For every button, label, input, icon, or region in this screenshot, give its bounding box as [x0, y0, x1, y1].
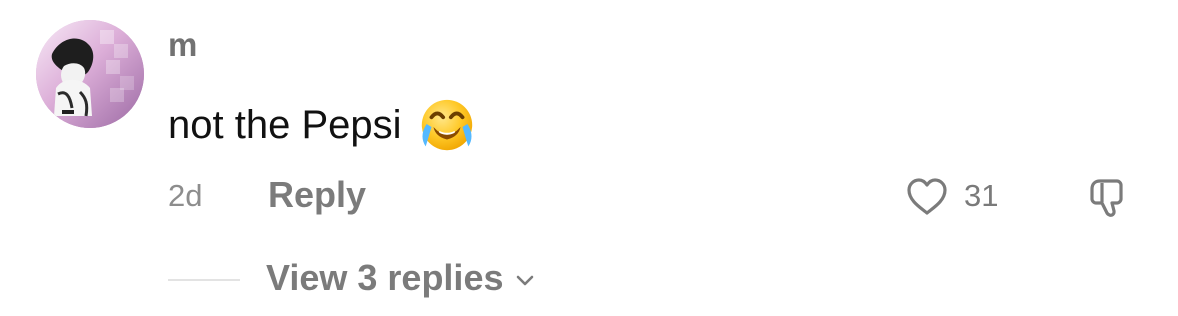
reply-button[interactable]: Reply [268, 175, 366, 215]
heart-icon[interactable] [902, 173, 952, 221]
comment-meta: 2d Reply 31 [168, 173, 1138, 221]
like-count: 31 [964, 178, 999, 213]
replies-row: View 3 replies [168, 258, 668, 302]
view-replies-button[interactable]: View 3 replies [266, 258, 537, 298]
comment-body: not the Pepsi [168, 94, 478, 156]
face-with-tears-of-joy-icon [416, 94, 478, 156]
comment-text: not the Pepsi [168, 103, 402, 147]
replies-divider [168, 279, 240, 281]
chevron-down-icon [513, 268, 537, 292]
comment-item: m not the Pepsi 2d Reply 31 View 3 repli… [0, 0, 1178, 316]
avatar[interactable] [36, 20, 144, 128]
timestamp: 2d [168, 178, 203, 213]
username[interactable]: m [168, 28, 198, 61]
thumbs-down-icon[interactable] [1084, 173, 1132, 221]
view-replies-label: View 3 replies [266, 257, 504, 298]
